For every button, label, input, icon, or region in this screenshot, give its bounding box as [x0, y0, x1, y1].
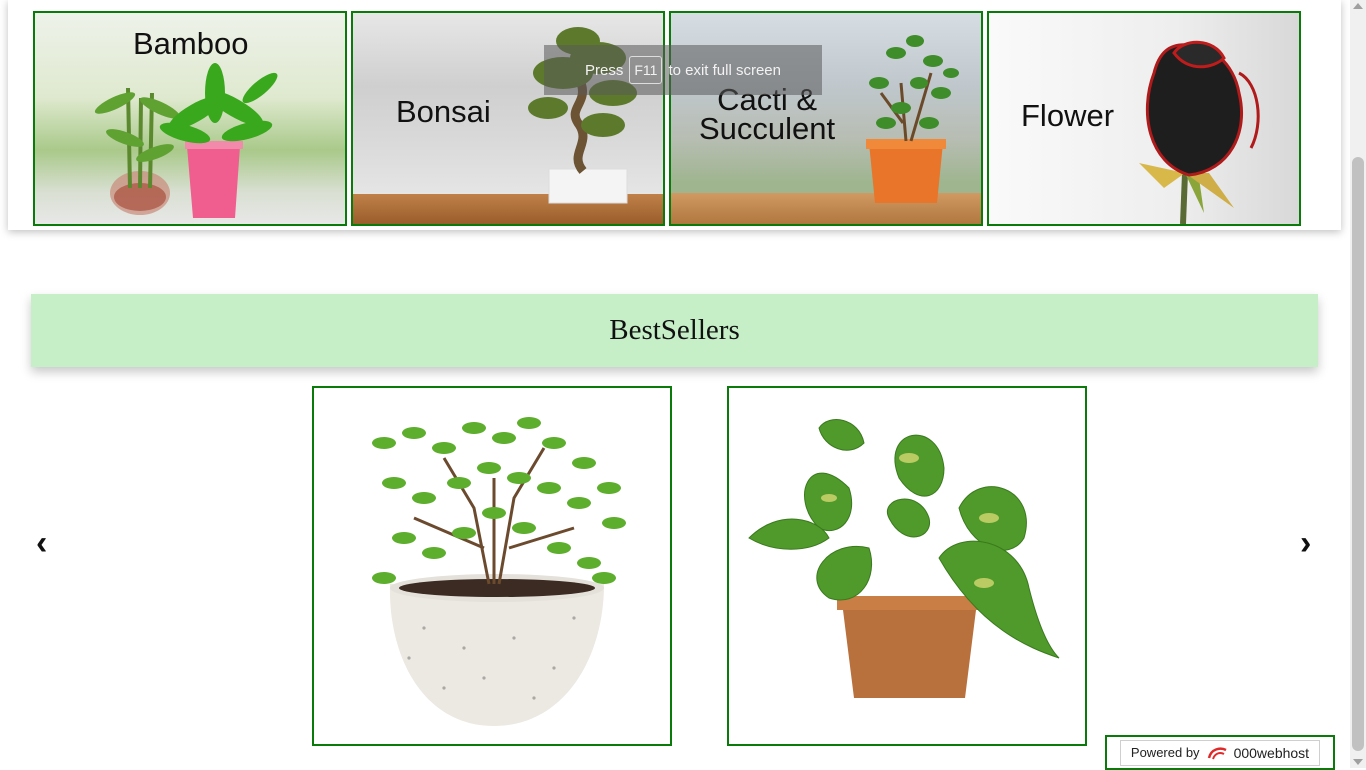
bestsellers-header: BestSellers	[31, 294, 1318, 367]
category-card-bamboo[interactable]: Bamboo	[33, 11, 347, 226]
category-label-bamboo: Bamboo	[133, 26, 249, 61]
category-label-flower: Flower	[1021, 98, 1115, 133]
fullscreen-toast: Press F11 to exit full screen	[544, 45, 822, 95]
scroll-up-icon[interactable]	[1353, 3, 1363, 9]
carousel-next-icon[interactable]: ›	[1300, 526, 1311, 560]
money-plant-image	[748, 419, 1060, 698]
toast-rest-text: to exit full screen	[668, 61, 781, 79]
carousel-prev-icon[interactable]: ‹	[36, 526, 47, 560]
powered-by-text: Powered by	[1130, 745, 1200, 760]
toast-key: F11	[629, 56, 663, 84]
powered-by-banner[interactable]: Powered by 000webhost	[1105, 735, 1335, 770]
bestsellers-title: BestSellers	[609, 314, 740, 346]
scroll-thumb[interactable]	[1352, 157, 1364, 751]
powered-by-inner: Powered by 000webhost	[1119, 739, 1321, 766]
jade-plant-image	[372, 417, 626, 726]
scroll-down-icon[interactable]	[1353, 759, 1363, 765]
webhost-logo-icon	[1207, 746, 1227, 759]
powered-by-brand: 000webhost	[1233, 744, 1310, 761]
category-card-flower[interactable]: Flower	[987, 11, 1301, 226]
product-card-jade[interactable]	[312, 386, 672, 746]
category-card-cacti-succulent[interactable]: Cacti & Succulent	[669, 11, 983, 226]
category-strip: Bamboo Bonsai Cacti & Succulent Flower	[8, 0, 1341, 230]
vertical-scrollbar[interactable]	[1350, 0, 1366, 768]
product-card-money-plant[interactable]	[727, 386, 1087, 746]
category-label-bonsai: Bonsai	[396, 94, 491, 129]
toast-press-text: Press	[585, 61, 624, 79]
category-card-bonsai[interactable]: Bonsai	[351, 11, 665, 226]
